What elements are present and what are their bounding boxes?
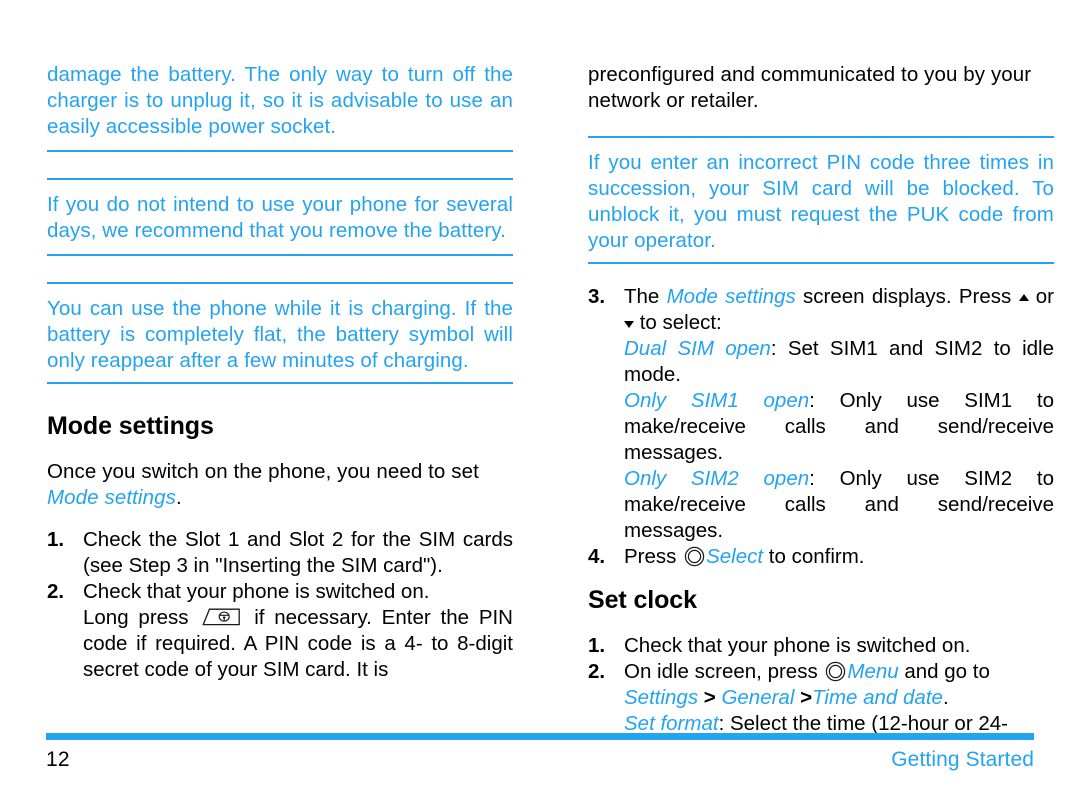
step-text-before-icon: Long press xyxy=(83,606,199,629)
menu-path-separator: > xyxy=(698,686,722,709)
triangle-down-icon xyxy=(624,321,634,328)
note-block-charging: You can use the phone while it is chargi… xyxy=(47,297,513,372)
step-text-or: or xyxy=(1028,285,1054,308)
note-block-remove-battery: If you do not intend to use your phone f… xyxy=(47,193,513,242)
step-text-line-1: Check that your phone is switched on. xyxy=(83,580,430,603)
menu-path: Settings > General >Time and date. xyxy=(624,685,1054,711)
footer-accent-bar xyxy=(46,733,1034,740)
left-column: damage the battery. The only way to turn… xyxy=(0,0,540,722)
list-item: 2. Check that your phone is switched on.… xyxy=(47,579,513,683)
note-block-charger: damage the battery. The only way to turn… xyxy=(47,63,513,138)
step-text-middle: screen displays. Press xyxy=(795,285,1019,308)
step-text: Check that your phone is switched on. xyxy=(624,634,971,657)
list-item: 1. Check that your phone is switched on. xyxy=(588,633,1054,659)
step-number: 2. xyxy=(47,580,65,603)
manual-page: damage the battery. The only way to turn… xyxy=(0,0,1080,810)
page-number: 12 xyxy=(46,748,70,771)
menu-softkey-ring-icon xyxy=(825,661,846,682)
intro-text-before: Once you switch on the phone, you need t… xyxy=(47,460,479,483)
step-text-after: and go to xyxy=(898,660,990,683)
emphasis-mode-settings: Mode settings xyxy=(666,285,796,308)
menu-path-time-and-date: Time and date xyxy=(812,686,943,709)
option-label: Dual SIM open xyxy=(624,337,771,360)
list-item: 4. Press Select to confirm. xyxy=(588,544,1054,570)
triangle-up-icon xyxy=(1018,294,1029,301)
right-column: preconfigured and communicated to you by… xyxy=(540,0,1080,735)
mode-settings-step-list-continued: 3. The Mode settings screen displays. Pr… xyxy=(588,284,1054,570)
intro-text-after: . xyxy=(175,486,182,509)
step-text-line-1: On idle screen, press Menu and go to xyxy=(624,659,1054,685)
step-text-after: to confirm. xyxy=(763,545,865,568)
page-columns: damage the battery. The only way to turn… xyxy=(0,0,1080,735)
step-number: 3. xyxy=(588,285,606,308)
menu-path-separator: > xyxy=(794,686,813,709)
intro-paragraph: Once you switch on the phone, you need t… xyxy=(47,459,513,511)
list-item: 1. Check the Slot 1 and Slot 2 for the S… xyxy=(47,527,513,579)
step-number: 1. xyxy=(588,634,606,657)
step-text: Check the Slot 1 and Slot 2 for the SIM … xyxy=(83,528,513,577)
step-text-before: On idle screen, press xyxy=(624,660,824,683)
option-label: Only SIM2 open xyxy=(624,467,810,490)
end-call-power-key-icon xyxy=(201,607,241,627)
step-text-before: The xyxy=(624,285,667,308)
option-only-sim2-open: Only SIM2 open: Only use SIM2 to make/re… xyxy=(624,466,1054,544)
step-text-before: Press xyxy=(624,545,683,568)
note-block-puk: If you enter an incorrect PIN code three… xyxy=(588,151,1054,252)
page-title-set-clock: Set clock xyxy=(588,586,697,614)
step-text: Press Select to confirm. xyxy=(624,544,1054,570)
step-text-end: to select: xyxy=(634,311,722,334)
intro-emphasis-mode-settings: Mode settings xyxy=(47,486,176,509)
option-label: Only SIM1 open xyxy=(624,389,810,412)
step-number: 4. xyxy=(588,545,606,568)
continued-paragraph: preconfigured and communicated to you by… xyxy=(588,63,1032,112)
menu-path-general: General xyxy=(721,686,795,709)
mode-settings-step-list: 1. Check the Slot 1 and Slot 2 for the S… xyxy=(47,527,513,683)
option-dual-sim-open: Dual SIM open: Set SIM1 and SIM2 to idle… xyxy=(624,336,1054,388)
menu-path-settings: Settings xyxy=(624,686,699,709)
select-softkey-ring-icon xyxy=(684,546,705,567)
footer-section-label: Getting Started xyxy=(891,748,1034,771)
step-number: 1. xyxy=(47,528,65,551)
page-footer: 12 Getting Started xyxy=(0,722,1080,810)
option-only-sim1-open: Only SIM1 open: Only use SIM1 to make/re… xyxy=(624,388,1054,466)
page-title-mode-settings: Mode settings xyxy=(47,412,214,440)
step-text-line-1: The Mode settings screen displays. Press… xyxy=(624,284,1054,336)
step-number: 2. xyxy=(588,660,606,683)
list-item: 3. The Mode settings screen displays. Pr… xyxy=(588,284,1054,544)
softkey-label-menu: Menu xyxy=(847,660,899,683)
step-text-line-2: Long press if necessary. Enter the PIN c… xyxy=(83,605,513,683)
menu-path-period: . xyxy=(942,686,949,709)
softkey-label-select: Select xyxy=(706,545,764,568)
